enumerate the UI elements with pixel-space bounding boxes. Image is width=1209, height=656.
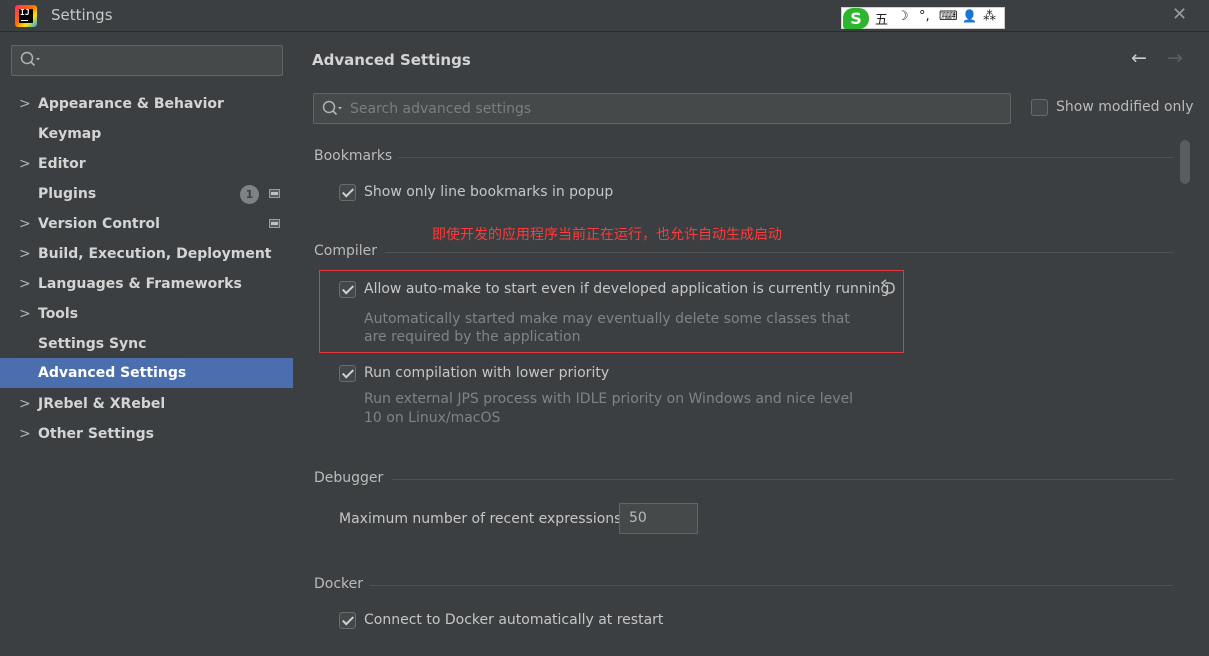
search-icon bbox=[19, 50, 41, 74]
advanced-search-field[interactable] bbox=[313, 93, 1011, 124]
sidebar-item-label: Settings Sync bbox=[38, 336, 147, 352]
close-icon[interactable]: ✕ bbox=[1172, 4, 1187, 25]
chevron-right-icon: > bbox=[19, 96, 31, 112]
annotation-note: 即使开发的应用程序当前正在运行，也允许自动生成启动 bbox=[432, 227, 782, 243]
keyboard-icon[interactable]: ⌨ bbox=[939, 9, 958, 24]
show-modified-only-label[interactable]: Show modified only bbox=[1056, 99, 1194, 115]
section-title-docker: Docker bbox=[314, 576, 364, 592]
project-level-icon bbox=[269, 219, 280, 228]
chevron-right-icon: > bbox=[19, 276, 31, 292]
docker-connect-label[interactable]: Connect to Docker automatically at resta… bbox=[364, 612, 663, 628]
chevron-right-icon: > bbox=[19, 246, 31, 262]
wubi-mode-icon[interactable]: 五 bbox=[875, 9, 888, 28]
moon-icon[interactable]: ☽ bbox=[897, 9, 909, 24]
lower-priority-checkbox[interactable] bbox=[339, 365, 356, 382]
apps-icon[interactable]: ⁂ bbox=[983, 9, 996, 24]
sidebar-item-settings-sync[interactable]: Settings Sync bbox=[0, 329, 293, 359]
auto-make-label[interactable]: Allow auto-make to start even if develop… bbox=[364, 281, 889, 297]
sidebar-item-label: Build, Execution, Deployment bbox=[38, 246, 272, 262]
ime-toolbar: S 五 ☽ °, ⌨ 👤 ⁂ bbox=[841, 7, 1005, 29]
chevron-right-icon: > bbox=[19, 426, 31, 442]
docker-connect-checkbox[interactable] bbox=[339, 612, 356, 629]
max-expressions-label: Maximum number of recent expressions: bbox=[339, 511, 627, 527]
sidebar-item-label: JRebel & XRebel bbox=[38, 396, 166, 412]
window-title: Settings bbox=[51, 6, 113, 24]
sidebar-item-label: Tools bbox=[38, 306, 79, 322]
show-modified-only-checkbox[interactable] bbox=[1031, 99, 1048, 116]
auto-make-desc-line2: are required by the application bbox=[364, 329, 581, 345]
sidebar-item-label: Appearance & Behavior bbox=[38, 96, 224, 112]
chevron-right-icon: > bbox=[19, 216, 31, 232]
title-bar: IJ Settings ✕ bbox=[0, 0, 1209, 32]
auto-make-checkbox[interactable] bbox=[339, 281, 356, 298]
sidebar-item-label: Editor bbox=[38, 156, 86, 172]
section-divider bbox=[370, 585, 1173, 586]
sidebar-item-tools[interactable]: > Tools bbox=[0, 299, 293, 329]
section-title-bookmarks: Bookmarks bbox=[314, 148, 393, 164]
sidebar-item-build-execution-deployment[interactable]: > Build, Execution, Deployment bbox=[0, 239, 293, 269]
bookmarks-popup-label[interactable]: Show only line bookmarks in popup bbox=[364, 184, 613, 200]
section-title-compiler: Compiler bbox=[314, 243, 378, 259]
sidebar-item-label: Version Control bbox=[38, 216, 160, 232]
section-divider bbox=[398, 157, 1173, 158]
sidebar-item-plugins[interactable]: Plugins 1 bbox=[0, 179, 293, 209]
lower-priority-desc-line2: 10 on Linux/macOS bbox=[364, 410, 501, 426]
sidebar-item-editor[interactable]: > Editor bbox=[0, 149, 293, 179]
section-divider bbox=[385, 252, 1173, 253]
advanced-search-input[interactable] bbox=[350, 99, 990, 119]
lower-priority-desc-line1: Run external JPS process with IDLE prior… bbox=[364, 391, 854, 407]
chevron-right-icon: > bbox=[19, 396, 31, 412]
advanced-settings-panel: Advanced Settings ← → Show modified only… bbox=[293, 33, 1209, 656]
back-arrow-icon[interactable]: ← bbox=[1131, 47, 1147, 69]
page-title: Advanced Settings bbox=[312, 51, 471, 69]
update-count-badge: 1 bbox=[240, 185, 259, 204]
sidebar-item-label: Languages & Frameworks bbox=[38, 276, 242, 292]
sidebar-item-other-settings[interactable]: > Other Settings bbox=[0, 419, 293, 449]
section-title-debugger: Debugger bbox=[314, 470, 384, 486]
settings-sidebar: > Appearance & Behavior Keymap > Editor … bbox=[0, 33, 293, 656]
auto-make-desc-line1: Automatically started make may eventuall… bbox=[364, 311, 850, 327]
reset-undo-icon[interactable] bbox=[879, 279, 899, 301]
search-icon bbox=[321, 99, 343, 123]
bookmarks-popup-checkbox[interactable] bbox=[339, 184, 356, 201]
sidebar-item-languages-frameworks[interactable]: > Languages & Frameworks bbox=[0, 269, 293, 299]
scrollbar-thumb[interactable] bbox=[1180, 140, 1190, 184]
forward-arrow-icon[interactable]: → bbox=[1167, 47, 1183, 69]
sidebar-item-keymap[interactable]: Keymap bbox=[0, 119, 293, 149]
sidebar-item-advanced-settings[interactable]: Advanced Settings bbox=[0, 358, 293, 388]
sidebar-item-label: Advanced Settings bbox=[38, 365, 187, 381]
max-expressions-input[interactable]: 50 bbox=[619, 503, 698, 534]
section-divider bbox=[392, 479, 1173, 480]
punctuation-icon[interactable]: °, bbox=[919, 9, 930, 24]
chevron-right-icon: > bbox=[19, 156, 31, 172]
chevron-right-icon: > bbox=[19, 306, 31, 322]
sidebar-item-appearance-behavior[interactable]: > Appearance & Behavior bbox=[0, 89, 293, 119]
intellij-logo-icon: IJ bbox=[15, 5, 37, 27]
project-level-icon bbox=[269, 189, 280, 198]
sidebar-search-input[interactable] bbox=[11, 45, 283, 76]
sogou-logo-icon[interactable]: S bbox=[843, 8, 869, 29]
user-icon[interactable]: 👤 bbox=[962, 9, 977, 23]
sidebar-item-label: Plugins bbox=[38, 186, 97, 202]
lower-priority-label[interactable]: Run compilation with lower priority bbox=[364, 365, 609, 381]
sidebar-item-label: Keymap bbox=[38, 126, 102, 142]
sidebar-item-jrebel-xrebel[interactable]: > JRebel & XRebel bbox=[0, 389, 293, 419]
sidebar-item-version-control[interactable]: > Version Control bbox=[0, 209, 293, 239]
sidebar-item-label: Other Settings bbox=[38, 426, 154, 442]
